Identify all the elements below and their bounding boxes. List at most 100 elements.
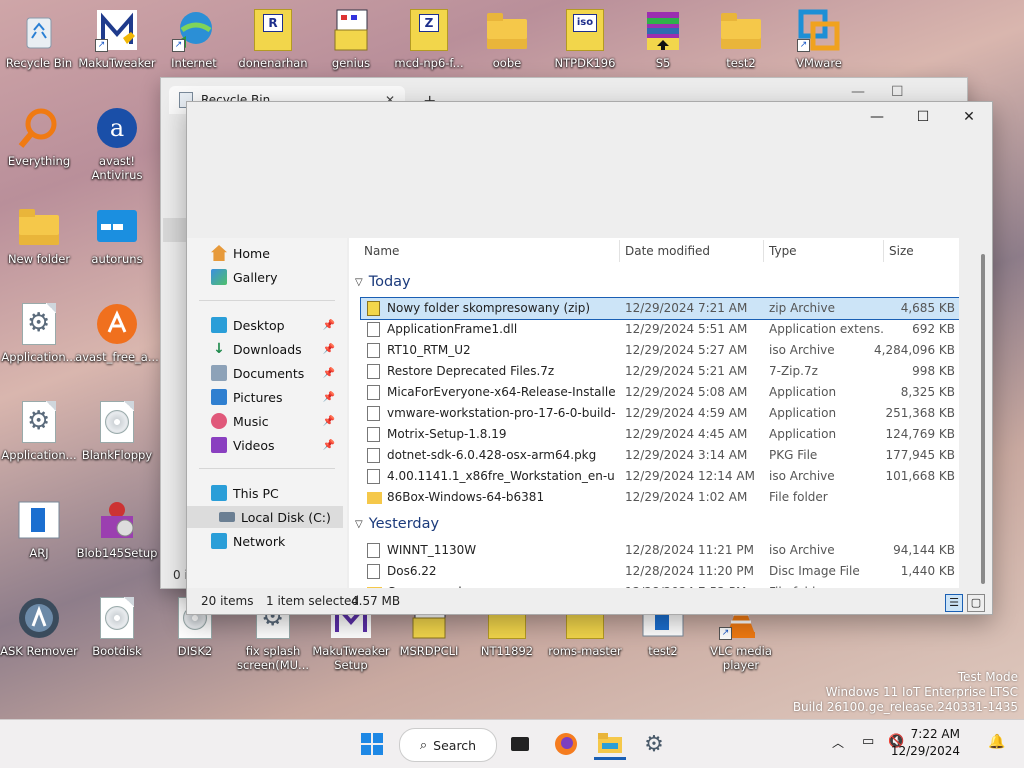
file-type: Application [769,385,837,399]
file-row[interactable]: Nowy folder skompresowany (zip) 12/29/202… [360,297,959,320]
file-row[interactable]: MicaForEveryone-x64-Release-Installer 12/… [361,382,959,403]
file-date: 12/29/2024 5:08 AM [625,385,748,399]
installer-icon [367,406,380,421]
chevron-up-icon[interactable]: ︿ [832,734,844,751]
nav-item-downloads[interactable]: ↓ Downloads 📌 [187,338,343,360]
nav-item-desktop[interactable]: Desktop 📌 [187,314,343,336]
desktop-icon-ntpdk196[interactable]: iso NTPDK196 [543,8,627,70]
desktop-icon-application-2[interactable]: ⚙ Application... [0,400,81,462]
column-header-type[interactable]: Type [769,244,797,258]
desktop-icon-application-1[interactable]: ⚙ Application... [0,302,81,364]
file-explorer-window[interactable]: — ☐ ✕ Home Gallery Desktop 📌 ↓ Downloads… [186,101,993,615]
desktop-icon-oobe[interactable]: oobe [465,8,549,70]
maximize-icon[interactable]: ☐ [891,84,904,100]
desktop-icon-avast[interactable]: a avast! Antivirus [75,106,159,182]
nav-item-home[interactable]: Home [187,242,343,264]
desktop-icon-bootdisk[interactable]: Bootdisk [75,596,159,658]
file-row[interactable]: Restore Deprecated Files.7z 12/29/2024 5:… [361,361,959,382]
nav-label: This PC [233,485,279,501]
nav-item-videos[interactable]: Videos 📌 [187,434,343,456]
file-row[interactable]: 86Box-Windows-64-b6381 12/29/2024 1:02 AM… [361,487,959,508]
taskbar-file-explorer[interactable] [594,728,626,760]
videos-icon [211,437,227,453]
nav-item-documents[interactable]: Documents 📌 [187,362,343,384]
nav-label: Downloads [233,341,302,357]
file-date: 12/29/2024 12:14 AM [625,469,755,483]
minimize-button[interactable]: — [854,102,900,132]
nav-item-network[interactable]: Network [187,530,343,552]
display-icon[interactable]: ▭ [862,734,874,749]
group-header-yesterday[interactable]: ▽ Yesterday [355,516,439,532]
desktop-icon-blankfloppy[interactable]: BlankFloppy [75,400,159,462]
tiles-view-button[interactable]: ▢ [967,594,985,612]
file-date: 12/29/2024 3:14 AM [625,448,748,462]
nav-item-this-pc[interactable]: This PC [187,482,343,504]
clock[interactable]: 7:22 AM 12/29/2024 [891,726,960,760]
network-icon [211,533,227,549]
desktop-icon-vmware[interactable]: ↗ VMware [777,8,861,70]
file-date: 12/29/2024 5:21 AM [625,364,748,378]
nav-item-gallery[interactable]: Gallery [187,266,343,288]
start-button[interactable] [356,728,388,760]
nav-item-pictures[interactable]: Pictures 📌 [187,386,343,408]
desktop-icon-s5[interactable]: S5 [621,8,705,70]
close-button[interactable]: ✕ [946,102,992,132]
desktop-icon-donenarhan[interactable]: R donenarhan [231,8,315,70]
window-caption-buttons: — ☐ ✕ [854,102,992,132]
desktop-icon-blob145setup[interactable]: Blob145Setup [75,498,159,560]
taskbar-firefox[interactable] [550,728,582,760]
file-row[interactable]: Motrix-Setup-1.8.19 12/29/2024 4:45 AM App… [361,424,959,445]
vertical-scrollbar[interactable] [981,254,985,584]
ask-remover-icon [17,596,61,640]
details-view-button[interactable]: ☰ [945,594,963,612]
file-row[interactable]: WINNT_1130W 12/28/2024 11:21 PM iso Archiv… [361,540,959,561]
file-row[interactable]: Dos6.22 12/28/2024 11:20 PM Disc Image Fil… [361,561,959,582]
documents-icon [211,365,227,381]
iso-archive-icon: iso [563,8,607,52]
desktop-icon-recycle-bin[interactable]: Recycle Bin [0,8,81,70]
file-size: 8,325 KB [900,385,955,399]
desktop-icon-internet[interactable]: ↗ Internet [152,8,236,70]
desktop-icon-new-folder[interactable]: New folder [0,204,81,266]
column-header-date[interactable]: Date modified [625,244,710,258]
desktop-icon-makutweaker[interactable]: ↗ MakuTweaker [75,8,159,70]
file-date: 12/29/2024 5:51 AM [625,322,748,336]
task-view-button[interactable] [504,728,536,760]
file-type: 7-Zip.7z [769,364,818,378]
file-list: Name Date modified Type Size ▽ Today Now… [349,238,959,588]
desktop-icon [211,317,227,333]
desktop-icon-label: MakuTweaker Setup [312,644,390,672]
file-type: iso Archive [769,343,835,357]
desktop-icon-arj[interactable]: ARJ [0,498,81,560]
file-row[interactable]: dotnet-sdk-6.0.428-osx-arm64.pkg 12/29/20… [361,445,959,466]
nav-item-music[interactable]: Music 📌 [187,410,343,432]
file-row[interactable]: vmware-workstation-pro-17-6-0-build-2...… [361,403,959,424]
file-row[interactable]: RT10_RTM_U2 12/29/2024 5:27 AM iso Archive… [361,340,959,361]
file-name: WINNT_1130W [387,543,477,557]
maximize-button[interactable]: ☐ [900,102,946,132]
desktop-icon-test2-folder[interactable]: test2 [699,8,783,70]
nav-item-local-disk[interactable]: Local Disk (C:) [187,506,343,528]
minimize-icon[interactable]: — [851,84,865,100]
desktop-icon-ask-remover[interactable]: ASK Remover [0,596,81,658]
file-row[interactable]: ApplicationFrame1.dll 12/29/2024 5:51 AM A… [361,319,959,340]
column-header-size[interactable]: Size [889,244,914,258]
desktop-icon-label: BlankFloppy [81,448,153,462]
desktop-icon-autoruns[interactable]: autoruns [75,204,159,266]
taskbar-settings[interactable]: ⚙ [638,728,670,760]
group-label: Yesterday [368,516,440,532]
notification-bell-icon[interactable]: 🔔 [988,734,1005,750]
vmware-icon: ↗ [797,8,841,52]
desktop-icon-everything[interactable]: Everything [0,106,81,168]
column-header-name[interactable]: Name [364,244,399,258]
file-row[interactable]: 4.00.1141.1_x86fre_Workstation_en-us-N..… [361,466,959,487]
pictures-icon [211,389,227,405]
desktop-icon-label: Application... [1,448,77,462]
desktop-icon-mcd[interactable]: Z mcd-np6-f... [387,8,471,70]
desktop-icon-avast-free[interactable]: avast_free_a... [75,302,159,364]
search-box[interactable]: ⌕ Search [399,728,497,762]
desktop-icon-genius[interactable]: genius [309,8,393,70]
file-icon [367,364,380,379]
group-header-today[interactable]: ▽ Today [355,274,411,290]
avast-icon: a [95,106,139,150]
